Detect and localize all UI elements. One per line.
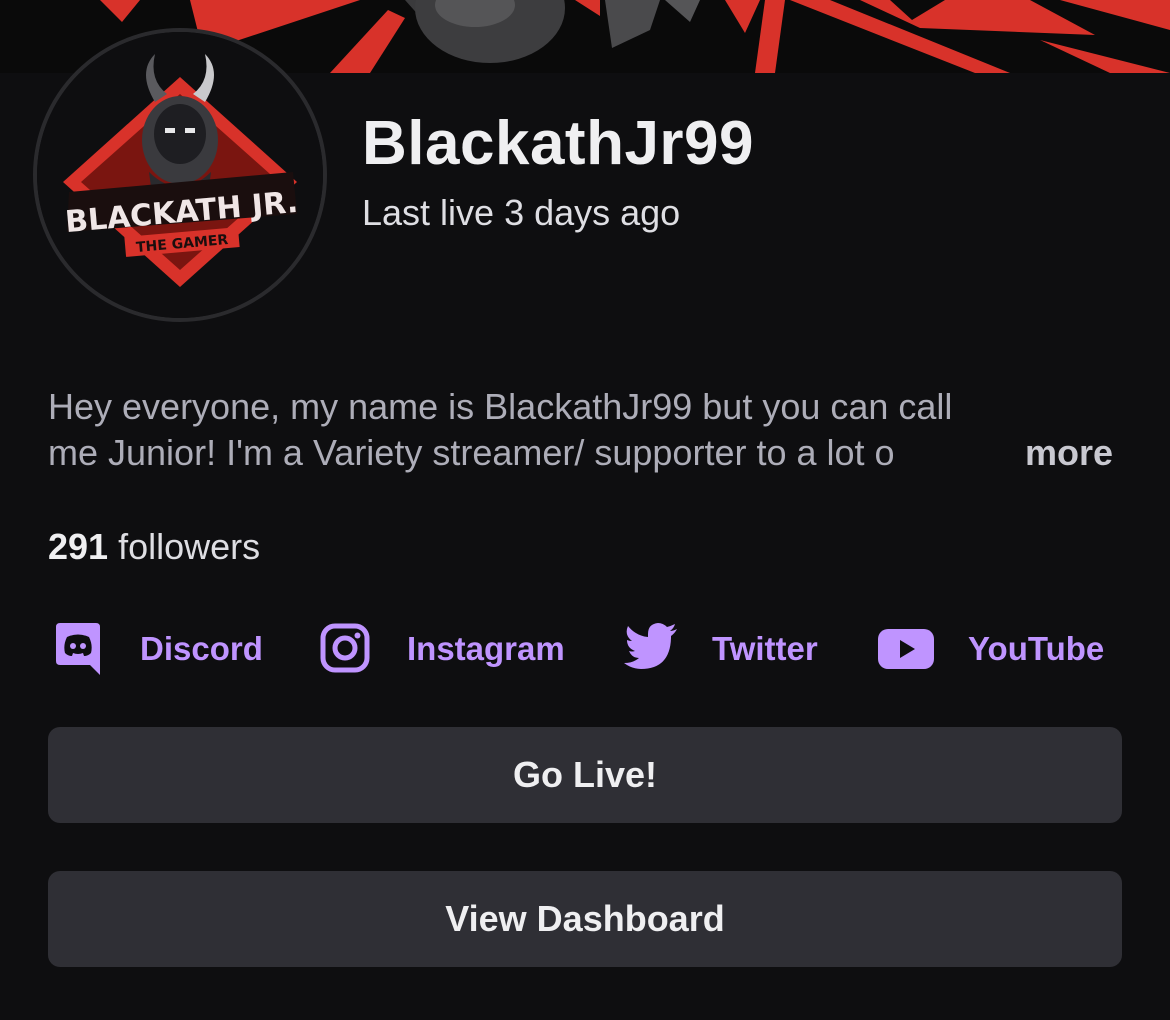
go-live-button[interactable]: Go Live! bbox=[48, 727, 1122, 823]
channel-username: BlackathJr99 bbox=[362, 109, 755, 178]
social-link-youtube[interactable]: YouTube bbox=[878, 620, 1110, 680]
bio-line-2: me Junior! I'm a Variety streamer/ suppo… bbox=[48, 430, 1048, 476]
social-link-twitter[interactable]: Twitter bbox=[624, 620, 834, 680]
twitter-icon bbox=[624, 623, 678, 676]
social-label-twitter: Twitter bbox=[712, 630, 818, 667]
avatar[interactable]: BLACKATH JR. THE GAMER bbox=[33, 28, 327, 322]
followers-label: followers bbox=[118, 526, 261, 567]
social-link-discord[interactable]: Discord bbox=[56, 620, 271, 680]
social-link-instagram[interactable]: Instagram bbox=[320, 620, 575, 680]
channel-bio: Hey everyone, my name is BlackathJr99 bu… bbox=[48, 384, 1128, 476]
followers-count[interactable]: 291 followers bbox=[48, 526, 260, 568]
bio-more-link[interactable]: more bbox=[1025, 430, 1113, 476]
social-links: Discord Instagram Twitter YouTube bbox=[0, 620, 1170, 680]
discord-icon bbox=[56, 623, 100, 680]
social-label-discord: Discord bbox=[140, 630, 263, 667]
instagram-icon bbox=[320, 623, 370, 678]
bio-line-1: Hey everyone, my name is BlackathJr99 bu… bbox=[48, 386, 953, 427]
last-live-status: Last live 3 days ago bbox=[362, 192, 681, 233]
social-label-youtube: YouTube bbox=[968, 630, 1105, 667]
channel-logo: BLACKATH JR. THE GAMER bbox=[37, 32, 323, 318]
view-dashboard-button[interactable]: View Dashboard bbox=[48, 871, 1122, 967]
youtube-icon bbox=[878, 629, 934, 674]
social-label-instagram: Instagram bbox=[407, 630, 565, 667]
followers-number: 291 bbox=[48, 526, 109, 567]
